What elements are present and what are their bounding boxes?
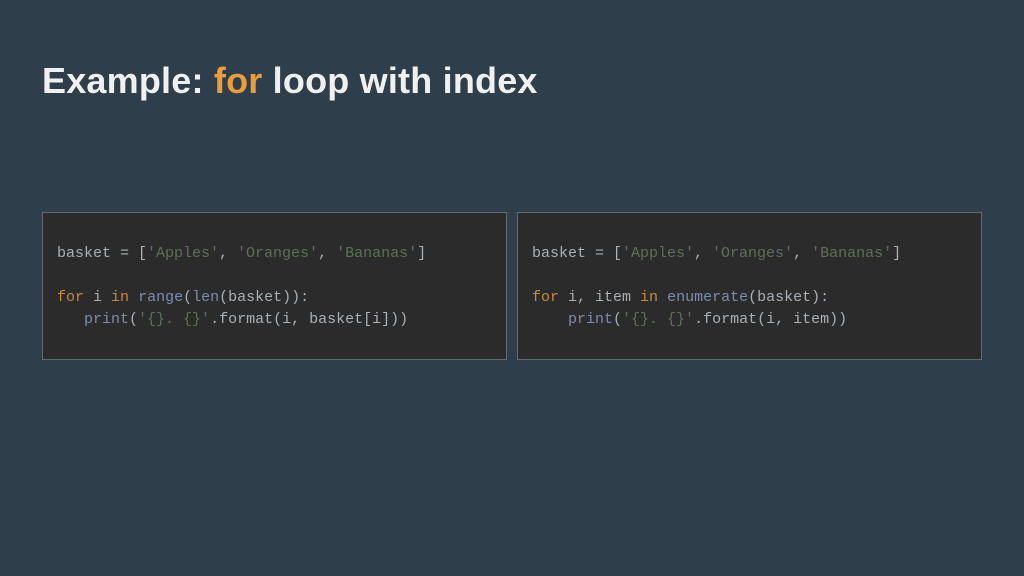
title-keyword: for (214, 60, 263, 101)
slide: Example: for loop with index basket = ['… (0, 0, 1024, 576)
code-token-string: 'Oranges' (237, 245, 318, 262)
code-token-keyword: in (111, 289, 129, 306)
code-token-plain: (basket): (748, 289, 829, 306)
slide-title: Example: for loop with index (42, 60, 982, 102)
code-token-keyword: for (532, 289, 559, 306)
code-token-string: 'Apples' (622, 245, 694, 262)
code-token-string: '{}. {}' (138, 311, 210, 328)
title-prefix: Example: (42, 60, 214, 101)
code-token-plain (532, 311, 568, 328)
code-token-builtin: len (192, 289, 219, 306)
code-token-plain: (basket)): (219, 289, 309, 306)
code-token-builtin: enumerate (667, 289, 748, 306)
code-token-plain: , (694, 245, 712, 262)
code-token-plain: ] (892, 245, 901, 262)
code-token-builtin: print (84, 311, 129, 328)
code-token-plain: , (793, 245, 811, 262)
code-token-keyword: in (640, 289, 658, 306)
code-panels: basket = ['Apples', 'Oranges', 'Bananas'… (42, 212, 982, 360)
code-token-plain: basket = [ (532, 245, 622, 262)
code-token-builtin: print (568, 311, 613, 328)
code-token-string: '{}. {}' (622, 311, 694, 328)
code-token-keyword: for (57, 289, 84, 306)
code-token-string: 'Bananas' (336, 245, 417, 262)
code-panel-left: basket = ['Apples', 'Oranges', 'Bananas'… (42, 212, 507, 360)
code-token-plain: .format(i, item)) (694, 311, 847, 328)
title-suffix: loop with index (262, 60, 537, 101)
code-token-plain: ] (417, 245, 426, 262)
code-token-plain: .format(i, basket[i])) (210, 311, 408, 328)
code-token-plain: ( (613, 311, 622, 328)
code-token-plain (129, 289, 138, 306)
code-token-plain: , (219, 245, 237, 262)
code-token-plain: , (318, 245, 336, 262)
code-token-plain: i, item (559, 289, 640, 306)
code-token-plain: basket = [ (57, 245, 147, 262)
code-panel-right: basket = ['Apples', 'Oranges', 'Bananas'… (517, 212, 982, 360)
code-token-plain: i (84, 289, 111, 306)
code-token-plain: ( (183, 289, 192, 306)
code-token-plain: ( (129, 311, 138, 328)
code-token-string: 'Bananas' (811, 245, 892, 262)
code-token-string: 'Apples' (147, 245, 219, 262)
code-token-plain (658, 289, 667, 306)
code-token-string: 'Oranges' (712, 245, 793, 262)
code-token-plain (57, 311, 84, 328)
code-token-builtin: range (138, 289, 183, 306)
